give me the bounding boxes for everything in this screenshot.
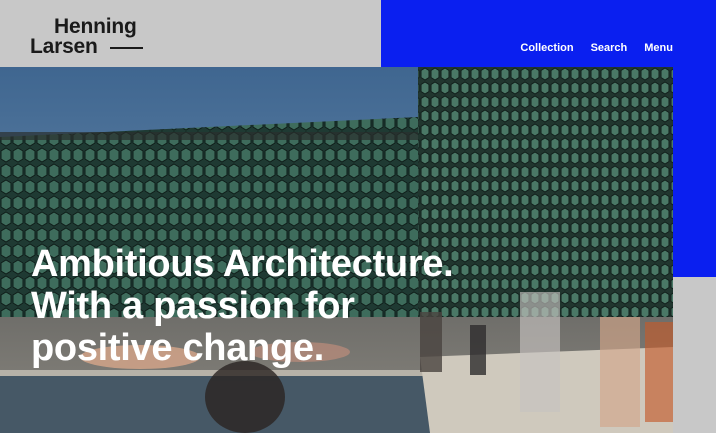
nav-collection-link[interactable]: Collection <box>520 42 573 54</box>
nav-menu-link[interactable]: Menu <box>644 42 673 54</box>
headline-line-2: With a passion for <box>31 285 355 327</box>
hero-image: Ambitious Architecture. With a passion f… <box>0 67 673 433</box>
nav-search-link[interactable]: Search <box>591 42 628 54</box>
side-grey-block <box>673 277 716 433</box>
main-nav: Collection Search Menu <box>520 42 673 54</box>
henning-larsen-logo[interactable]: Henning Larsen <box>30 15 137 57</box>
hero-headline: Ambitious Architecture. With a passion f… <box>31 243 454 369</box>
side-blue-block <box>673 67 716 277</box>
headline-line-1: Ambitious Architecture. <box>31 243 454 285</box>
headline-line-3: positive change. <box>31 327 324 369</box>
logo-line-1: Henning <box>54 15 137 38</box>
logo-dash <box>110 47 143 49</box>
header-blue-panel <box>381 0 716 67</box>
